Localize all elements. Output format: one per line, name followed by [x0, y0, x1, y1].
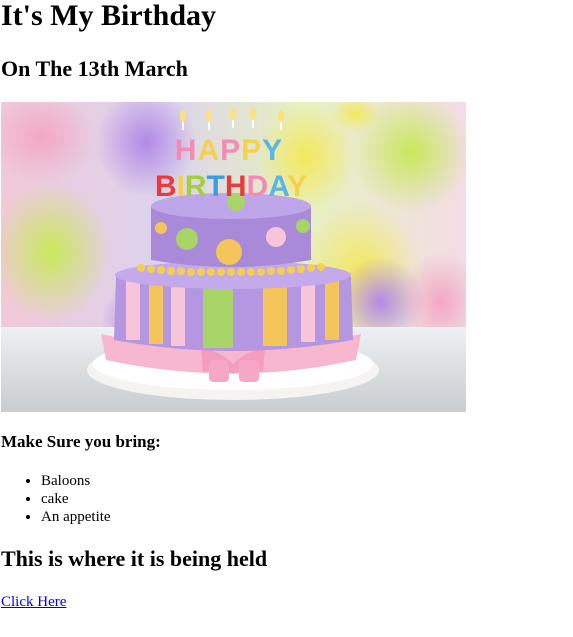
bring-list: Baloons cake An appetite [0, 472, 111, 526]
location-heading: This is where it is being held [1, 546, 268, 571]
list-item: An appetite [41, 508, 111, 526]
bring-heading: Make Sure you bring: [1, 432, 161, 451]
date-subtitle: On The 13th March [1, 56, 188, 81]
list-item: cake [41, 490, 111, 508]
list-item: Baloons [41, 472, 111, 490]
page-title: It's My Birthday [1, 0, 217, 32]
birthday-cake-image: HAPPY BIRTHDAY [1, 102, 466, 412]
location-link[interactable]: Click Here [1, 593, 66, 611]
svg-text:BIRTHDAY: BIRTHDAY [155, 170, 307, 203]
svg-text:HAPPY: HAPPY [175, 134, 283, 167]
